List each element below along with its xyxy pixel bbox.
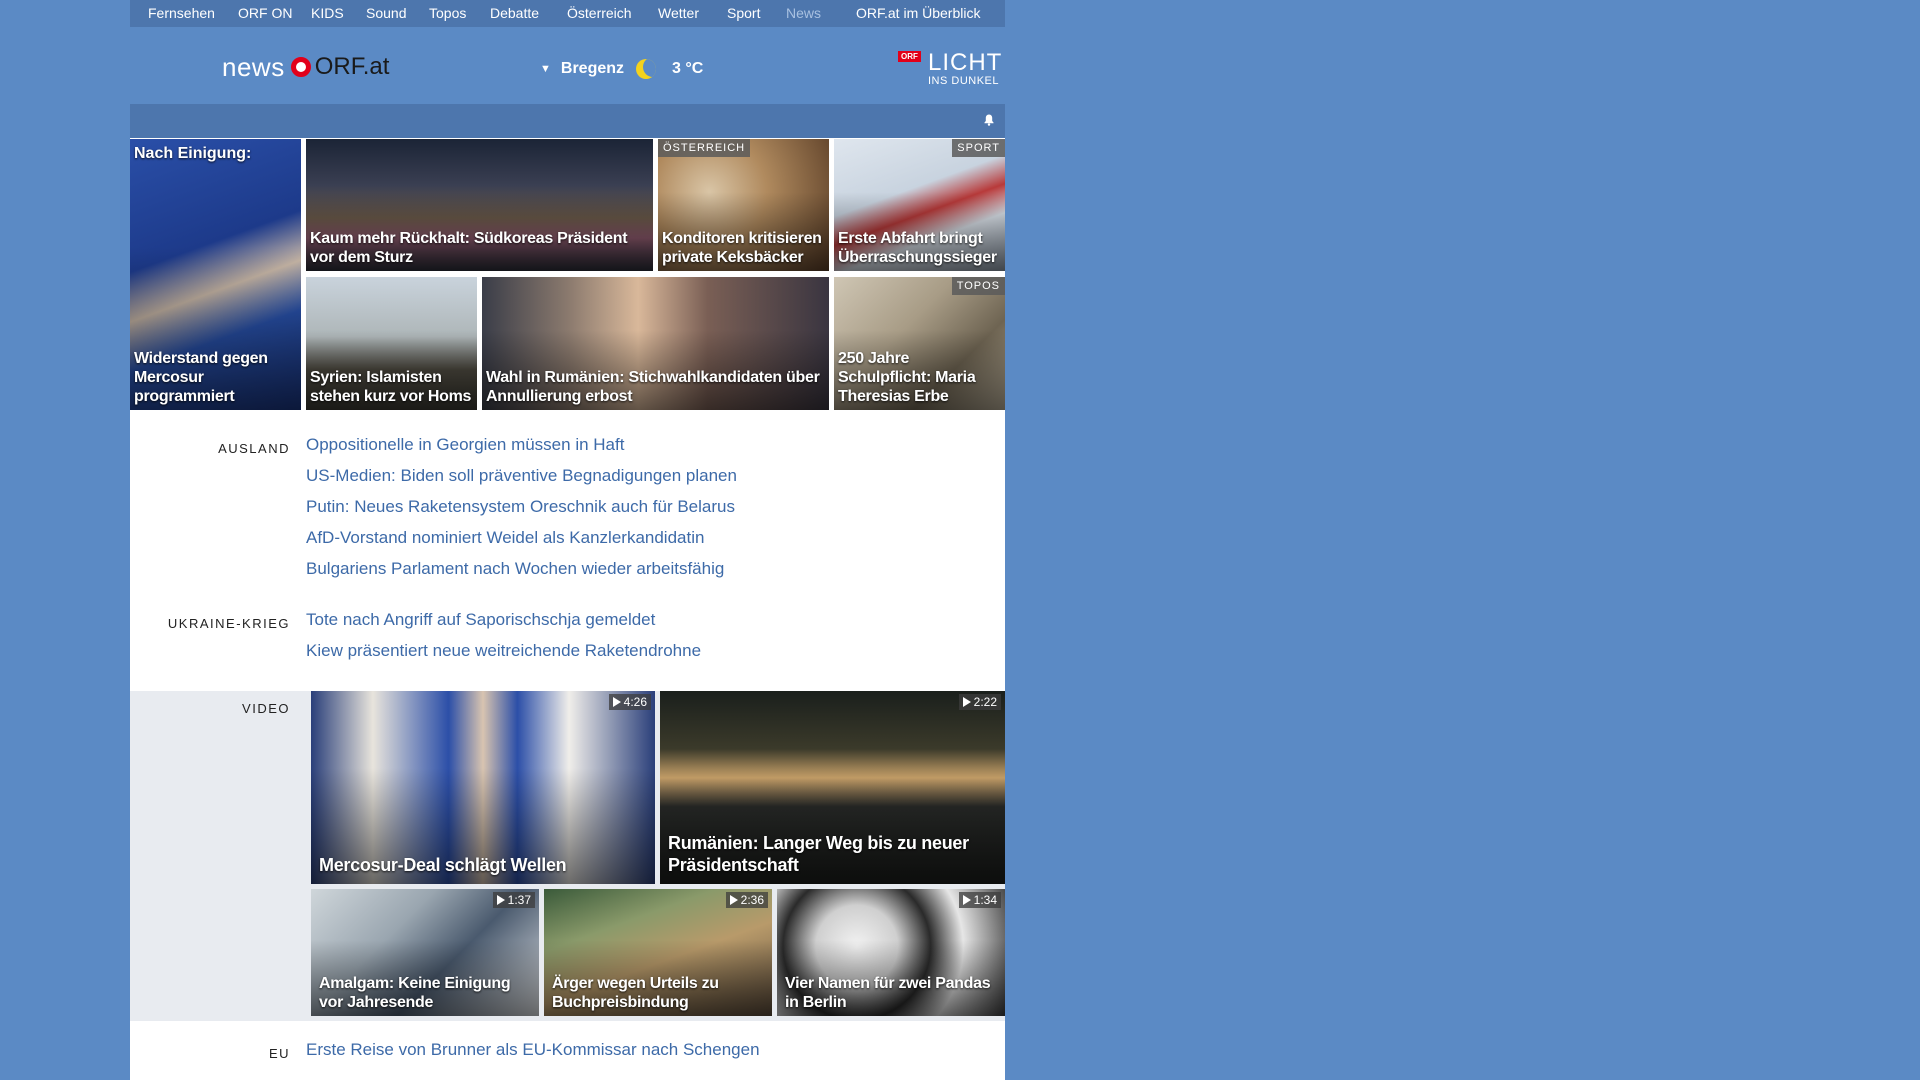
story-caption: Widerstand gegen Mercosur programmiert [134, 350, 268, 405]
headline-link[interactable]: Tote nach Angriff auf Saporischschja gem… [306, 604, 701, 635]
headline-link[interactable]: Erste Reise von Brunner als EU-Kommissar… [306, 1034, 760, 1065]
nav-news[interactable]: News [786, 0, 821, 27]
story-tile-mercosur[interactable]: Nach Einigung: Widerstand gegen Mercosur… [130, 139, 301, 410]
video-duration: 4:26 [608, 694, 651, 710]
nav-kids[interactable]: KIDS [311, 0, 344, 27]
video-caption: Vier Namen für zwei Pandas in Berlin [785, 975, 991, 1011]
dropdown-triangle-icon: ▼ [540, 63, 551, 75]
video-caption: Mercosur-Deal schlägt Wellen [319, 855, 567, 875]
play-icon [962, 895, 971, 905]
orf-mini-logo: ORF [898, 51, 921, 62]
content-toolbar [130, 104, 1005, 138]
category-tag: SPORT [952, 139, 1005, 157]
licht-text: LICHT [928, 49, 1003, 76]
nav-fernsehen[interactable]: Fernsehen [148, 0, 215, 27]
nav-oesterreich[interactable]: Österreich [567, 0, 632, 27]
video-caption: Ärger wegen Urteils zu Buchpreisbindung [552, 975, 719, 1011]
play-icon [962, 697, 971, 707]
category-tag: TOPOS [951, 277, 1005, 295]
story-caption: Konditoren kritisieren private Keksbäcke… [662, 230, 822, 266]
story-tile-schulpflicht[interactable]: TOPOS 250 Jahre Schulpflicht: Maria Ther… [834, 277, 1005, 410]
logo-news-text: news [222, 51, 285, 82]
nav-topos[interactable]: Topos [429, 0, 466, 27]
video-duration: 2:36 [725, 892, 768, 908]
video-caption: Rumänien: Langer Weg bis zu neuer Präsid… [668, 833, 969, 875]
video-duration: 1:34 [958, 892, 1001, 908]
section-label-ukraine: UKRAINE-KRIEG [167, 616, 290, 631]
ins-dunkel-text: INS DUNKEL [928, 75, 1000, 87]
story-kicker: Nach Einigung: [134, 145, 252, 162]
story-caption: Syrien: Islamisten stehen kurz vor Homs [310, 369, 472, 405]
story-tile-suedkorea[interactable]: Kaum mehr Rückhalt: Südkoreas Präsident … [306, 139, 653, 271]
video-duration: 1:37 [492, 892, 535, 908]
nav-sport[interactable]: Sport [727, 0, 760, 27]
category-tag: ÖSTERREICH [658, 139, 751, 157]
story-caption: Erste Abfahrt bringt Überraschungssieger [838, 230, 997, 266]
story-tile-keksbaecker[interactable]: ÖSTERREICH Konditoren kritisieren privat… [658, 139, 829, 271]
play-icon [729, 895, 738, 905]
weather-temperature: 3 °C [672, 60, 704, 77]
weather-location: Bregenz [560, 60, 625, 77]
headline-link[interactable]: Bulgariens Parlament nach Wochen wieder … [306, 553, 737, 584]
nav-sound[interactable]: Sound [366, 0, 406, 27]
ausland-link-list: Oppositionelle in Georgien müssen in Haf… [306, 429, 737, 584]
video-caption: Amalgam: Keine Einigung vor Jahresende [319, 975, 511, 1011]
nav-debatte[interactable]: Debatte [490, 0, 539, 27]
video-tile[interactable]: 1:37 Amalgam: Keine Einigung vor Jahrese… [311, 889, 539, 1016]
nav-orf-overview[interactable]: ORF.at im Überblick [856, 0, 980, 27]
nav-wetter[interactable]: Wetter [658, 0, 699, 27]
story-tile-syrien[interactable]: Syrien: Islamisten stehen kurz vor Homs [306, 277, 477, 410]
weather-widget[interactable]: ▼ Bregenz 3 °C [540, 54, 703, 84]
page: Fernsehen ORF ON KIDS Sound Topos Debatt… [130, 0, 1005, 1080]
headline-link[interactable]: Kiew präsentiert neue weitreichende Rake… [306, 635, 701, 666]
video-tile[interactable]: 1:34 Vier Namen für zwei Pandas in Berli… [777, 889, 1005, 1016]
site-header: news ORF.at ▼ Bregenz 3 °C ORF LICHT INS… [130, 27, 1005, 104]
video-tile[interactable]: 4:26 Mercosur-Deal schlägt Wellen [311, 691, 655, 884]
headline-link[interactable]: US-Medien: Biden soll präventive Begnadi… [306, 460, 737, 491]
video-tile[interactable]: 2:36 Ärger wegen Urteils zu Buchpreisbin… [544, 889, 772, 1016]
section-label-eu: EU [268, 1046, 290, 1061]
moon-icon [636, 59, 657, 79]
eu-link-list: Erste Reise von Brunner als EU-Kommissar… [306, 1034, 760, 1065]
section-label-ausland: AUSLAND [218, 441, 290, 456]
play-icon [496, 895, 505, 905]
story-tile-rumaenien[interactable]: Wahl in Rumänien: Stichwahlkandidaten üb… [482, 277, 829, 410]
story-caption: 250 Jahre Schulpflicht: Maria Theresias … [838, 350, 976, 405]
news-orf-logo[interactable]: news ORF.at [222, 49, 389, 85]
orf-eye-icon [290, 57, 311, 77]
ukraine-link-list: Tote nach Angriff auf Saporischschja gem… [306, 604, 701, 666]
story-caption: Wahl in Rumänien: Stichwahlkandidaten üb… [486, 369, 820, 405]
main-content: Nach Einigung: Widerstand gegen Mercosur… [130, 104, 1005, 1080]
bell-icon[interactable] [983, 114, 995, 126]
headline-link[interactable]: AfD-Vorstand nominiert Weidel als Kanzle… [306, 522, 737, 553]
top-navigation: Fernsehen ORF ON KIDS Sound Topos Debatt… [130, 0, 1005, 27]
story-caption: Kaum mehr Rückhalt: Südkoreas Präsident … [310, 230, 628, 266]
video-tile[interactable]: 2:22 Rumänien: Langer Weg bis zu neuer P… [660, 691, 1005, 884]
nav-orf-on[interactable]: ORF ON [238, 0, 292, 27]
headline-link[interactable]: Putin: Neues Raketensystem Oreschnik auc… [306, 491, 737, 522]
story-tile-abfahrt[interactable]: SPORT Erste Abfahrt bringt Überraschungs… [834, 139, 1005, 271]
logo-orf-text: ORF.at [314, 53, 390, 80]
licht-ins-dunkel-logo[interactable]: ORF LICHT INS DUNKEL [898, 49, 1008, 89]
section-label-video: VIDEO [242, 701, 290, 716]
play-icon [612, 697, 621, 707]
headline-link[interactable]: Oppositionelle in Georgien müssen in Haf… [306, 429, 737, 460]
video-duration: 2:22 [958, 694, 1001, 710]
